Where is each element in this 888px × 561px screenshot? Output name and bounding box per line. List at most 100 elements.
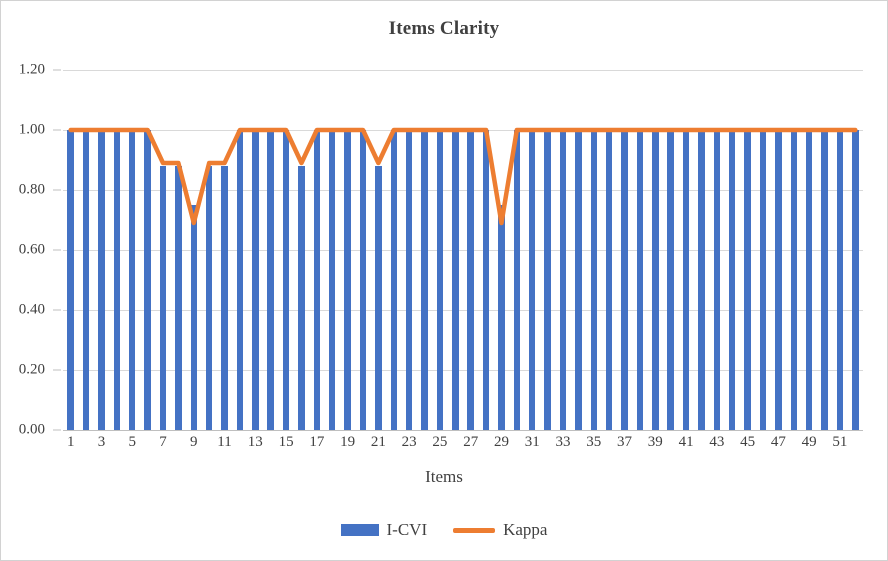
bar (252, 130, 259, 430)
x-tick-label: 29 (493, 434, 509, 450)
bar (482, 130, 490, 430)
y-tick-label: 1.00 (18, 121, 45, 138)
x-tick-label: 19 (340, 434, 356, 450)
x-tick-label: 5 (128, 434, 136, 450)
plot-area (63, 70, 863, 431)
x-tick-label: 37 (617, 434, 633, 450)
y-tick-label: 0.20 (18, 361, 45, 378)
bar (205, 166, 213, 430)
bar (359, 130, 367, 430)
x-tick-label: 21 (370, 434, 386, 450)
bar (698, 130, 705, 430)
x-tick-label: 3 (97, 434, 106, 450)
x-tick-label: 13 (247, 434, 263, 450)
bar (821, 130, 828, 430)
bar (529, 130, 536, 430)
bar (405, 130, 413, 430)
x-tick-label: 35 (586, 434, 602, 450)
bar (267, 130, 274, 430)
chart-title: Items Clarity (388, 18, 500, 39)
bar (836, 130, 844, 430)
gridline (63, 430, 863, 431)
x-tick-label: 9 (190, 434, 198, 450)
x-tick-label: 11 (217, 434, 232, 450)
bar (436, 130, 444, 430)
legend-bar-swatch-icon (340, 524, 379, 536)
y-tick-mark (53, 69, 61, 71)
chart-container: Items Clarity 0.00 0.20 0.40 0.60 0.80 1.00 1.… (0, 0, 888, 561)
bar (298, 166, 305, 430)
bar (544, 130, 551, 430)
x-tick-label: 15 (278, 434, 294, 450)
legend-item-kappa[interactable]: Kappa (453, 520, 547, 540)
bar (375, 166, 382, 430)
x-tick-label: 39 (647, 434, 663, 450)
y-tick-mark (53, 429, 61, 431)
bar (467, 130, 474, 430)
bar (236, 130, 244, 430)
bar (652, 130, 659, 430)
y-tick-mark (53, 129, 61, 131)
y-tick-mark (53, 309, 61, 311)
legend-label-kappa: Kappa (503, 520, 548, 539)
bar (559, 130, 567, 430)
x-tick-label: 43 (709, 434, 725, 450)
x-tick-label: 47 (770, 434, 786, 450)
y-tick-label: 0.80 (18, 181, 45, 198)
x-tick-label: 31 (524, 434, 540, 450)
chart-legend: I-CVI Kappa (1, 520, 887, 540)
y-tick-mark (53, 369, 61, 371)
x-tick-label: 25 (432, 434, 448, 450)
x-tick-label: 23 (401, 434, 417, 450)
bar (498, 205, 505, 430)
bar (452, 130, 459, 430)
bar (729, 130, 736, 430)
bar (575, 130, 582, 430)
x-tick-label: 17 (309, 434, 325, 450)
x-tick-label: 7 (159, 434, 167, 450)
bar (221, 166, 228, 430)
x-axis-title: Items (425, 467, 463, 486)
bar (590, 130, 597, 430)
bar (282, 130, 290, 430)
bar (313, 130, 321, 430)
bar (113, 130, 121, 430)
bar (513, 130, 521, 430)
x-tick-label: 41 (678, 434, 694, 450)
x-axis: 1 3 5 7 9 11 13 15 17 19 21 23 25 27 29 31 33 35 37 39 41 43 4… (63, 432, 863, 458)
x-tick-label: 45 (740, 434, 756, 450)
legend-line-swatch-icon (453, 527, 496, 533)
bar (421, 130, 428, 430)
x-tick-label: 51 (832, 434, 848, 450)
x-tick-label: 33 (555, 434, 571, 450)
bar (144, 130, 151, 430)
bar (636, 130, 644, 430)
bar (129, 130, 136, 430)
bar (744, 130, 751, 430)
bar (82, 130, 90, 430)
bar (621, 130, 628, 430)
legend-item-i-cvi[interactable]: I-CVI (340, 520, 428, 540)
bar (852, 130, 859, 430)
bar (67, 130, 74, 430)
y-tick-mark (53, 189, 61, 191)
bar (329, 130, 336, 430)
bar (667, 130, 674, 430)
bar (682, 130, 690, 430)
bar (344, 130, 351, 430)
bar (190, 205, 197, 430)
y-tick-label: 1.20 (18, 61, 45, 78)
bar (159, 166, 167, 430)
bar (759, 130, 767, 430)
y-tick-label: 0.40 (18, 301, 45, 318)
bar (805, 130, 813, 430)
bar (775, 130, 782, 430)
bar (175, 166, 182, 430)
y-axis: 0.00 0.20 0.40 0.60 0.80 1.00 1.20 (1, 61, 61, 439)
bar (713, 130, 721, 430)
legend-label-i-cvi: I-CVI (386, 520, 428, 539)
x-tick-label: 49 (801, 434, 817, 450)
bar-series-i-cvi (63, 70, 863, 430)
y-tick-mark (53, 249, 61, 251)
x-tick-label: 1 (66, 434, 75, 450)
